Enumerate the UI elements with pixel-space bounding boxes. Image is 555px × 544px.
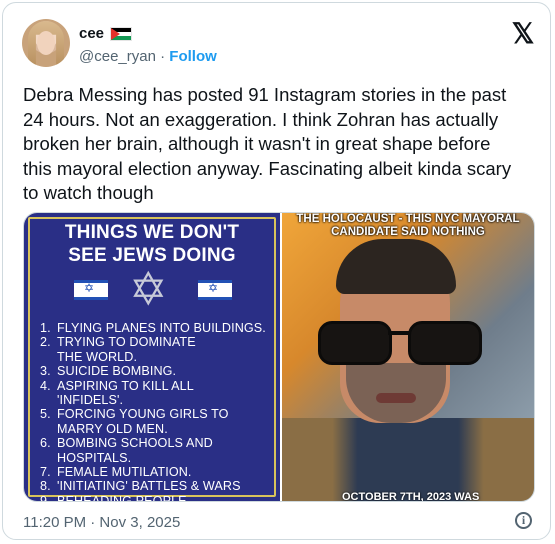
list-item-number: 1. — [40, 321, 51, 335]
list-item-text: BOMBING SCHOOLS AND — [57, 436, 213, 451]
list-item: 5. FORCING YOUNG GIRLS TO — [40, 407, 274, 421]
list-item-text: TRYING TO DOMINATE — [57, 335, 196, 350]
sunglasses-icon — [318, 321, 482, 365]
list-item-number: 5. — [40, 407, 51, 422]
person-coat — [282, 418, 534, 501]
media-image-right[interactable]: THE HOLOCAUST - THIS NYC MAYORAL CANDIDA… — [282, 213, 534, 501]
list-item-number: 9. — [40, 493, 51, 501]
list-item: 3. SUICIDE BOMBING. — [40, 364, 274, 378]
list-item-text: ASPIRING TO KILL ALL — [57, 378, 194, 393]
caption-line2: CANDIDATE SAID NOTHING — [331, 226, 485, 238]
avatar[interactable] — [22, 19, 70, 67]
person-hair — [336, 239, 456, 294]
list-item-number: 2. — [40, 335, 51, 350]
list-item: 7. FEMALE MUTILATION. — [40, 465, 274, 479]
list-item: 2. TRYING TO DOMINATE — [40, 335, 274, 349]
list-item-text: 'INFIDELS'. — [57, 393, 124, 408]
person-mouth — [376, 393, 416, 403]
list-item-number: 4. — [40, 378, 51, 393]
media-image-left[interactable]: THINGS WE DON'T SEE JEWS DOING ✡ 1. FLYIN… — [24, 213, 282, 501]
list-item-text: SUICIDE BOMBING. — [57, 364, 177, 379]
list-item-text: HOSPITALS. — [57, 450, 132, 465]
video-bottom-caption: OCTOBER 7TH, 2023 WAS — [342, 491, 480, 501]
list-item-number: 3. — [40, 364, 51, 379]
image-flag-row: ✡ — [74, 266, 232, 312]
star-of-david-icon: ✡ — [129, 263, 168, 315]
tweet-text: Debra Messing has posted 91 Instagram st… — [23, 84, 512, 203]
author-name-row: cee — [79, 25, 133, 42]
list-item-number: 6. — [40, 436, 51, 451]
list-item-text: THE WORLD. — [57, 349, 138, 364]
list-item-number — [40, 451, 57, 465]
info-icon[interactable]: i — [515, 512, 532, 529]
list-item-number: 7. — [40, 465, 51, 480]
list-item: THE WORLD. — [40, 350, 274, 364]
list-item-number: 8. — [40, 479, 51, 494]
follow-button[interactable]: Follow — [169, 48, 217, 65]
author-handle[interactable]: @cee_ryan — [79, 48, 156, 65]
x-logo-icon[interactable]: 𝕏 — [510, 20, 536, 48]
list-item: 6. BOMBING SCHOOLS AND — [40, 436, 274, 450]
author-name[interactable]: cee — [79, 25, 104, 42]
caption-line1: THE HOLOCAUST - THIS NYC MAYORAL — [296, 213, 520, 225]
list-item-number — [40, 422, 57, 436]
list-item: 4. ASPIRING TO KILL ALL — [40, 379, 274, 393]
list-item: 1. FLYING PLANES INTO BUILDINGS. — [40, 321, 274, 335]
image-title: THINGS WE DON'T SEE JEWS DOING — [34, 221, 270, 267]
media-container[interactable]: THINGS WE DON'T SEE JEWS DOING ✡ 1. FLYIN… — [23, 212, 535, 502]
list-item: 9. BEHEADING PEOPLE. — [40, 494, 274, 501]
list-item: HOSPITALS. — [40, 451, 274, 465]
list-item-number — [40, 393, 57, 407]
image-list: 1. FLYING PLANES INTO BUILDINGS. 2. TRYING … — [40, 321, 274, 501]
author-handle-row: @cee_ryan · Follow — [79, 48, 217, 65]
list-item-number — [40, 350, 57, 364]
image-title-line1: THINGS WE DON'T — [64, 222, 240, 243]
palestine-flag-icon — [110, 26, 133, 41]
israel-flag-icon — [74, 280, 108, 300]
list-item: MARRY OLD MEN. — [40, 422, 274, 436]
list-item-text: FORCING YOUNG GIRLS TO — [57, 407, 229, 422]
list-item-text: MARRY OLD MEN. — [57, 421, 168, 436]
list-item-text: FEMALE MUTILATION. — [57, 465, 192, 480]
list-item: 8. 'INITIATING' BATTLES & WARS — [40, 479, 274, 493]
video-caption: THE HOLOCAUST - THIS NYC MAYORAL CANDIDA… — [282, 213, 534, 239]
list-item-text: 'INITIATING' BATTLES & WARS — [57, 479, 241, 494]
separator-dot: · — [160, 48, 166, 65]
israel-flag-icon — [198, 280, 232, 300]
list-item-text: BEHEADING PEOPLE. — [57, 493, 191, 501]
tweet-card: cee @cee_ryan · Follow 𝕏 Debra Messing h… — [2, 2, 551, 540]
list-item-text: FLYING PLANES INTO BUILDINGS. — [57, 321, 266, 335]
list-item: 'INFIDELS'. — [40, 393, 274, 407]
avatar-face — [37, 31, 55, 55]
tweet-timestamp[interactable]: 11:20 PM · Nov 3, 2025 — [23, 514, 180, 531]
